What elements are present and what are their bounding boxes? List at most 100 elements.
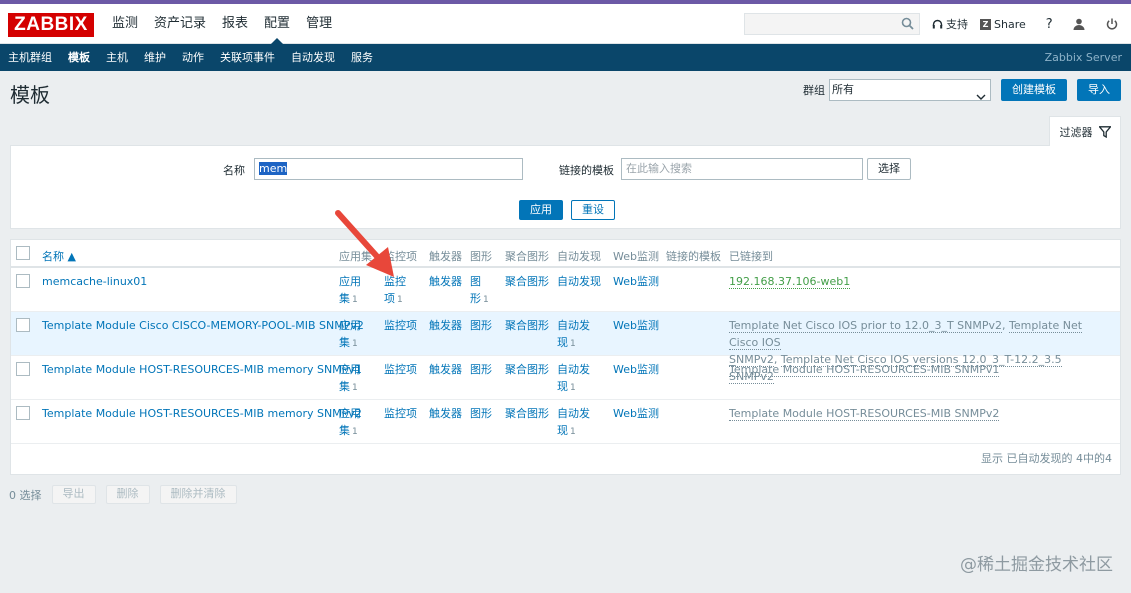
row-checkbox[interactable] [16, 318, 30, 332]
help-link[interactable]: ? [1046, 17, 1053, 32]
main-menu-reports[interactable]: 报表 [214, 4, 256, 44]
web-link[interactable]: Web监测 [613, 317, 659, 334]
main-menu-monitoring[interactable]: 监测 [104, 4, 146, 44]
sub-menu-discovery[interactable]: 自动发现 [283, 44, 343, 71]
zabbix-logo[interactable]: ZABBIX [8, 13, 94, 37]
graphs-link[interactable]: 图形 [470, 405, 492, 422]
linked-to-link[interactable]: 192.168.37.106-web1 [729, 273, 851, 290]
sub-menu-hosts[interactable]: 主机 [98, 44, 136, 71]
discovery-link[interactable]: 自动发现 1 [557, 361, 590, 397]
group-select-value: 所有 [832, 83, 854, 96]
sub-menu-actions[interactable]: 动作 [174, 44, 212, 71]
mass-actions: 0 选择 导出 删除 删除并清除 [9, 485, 247, 504]
select-templates-button[interactable]: 选择 [867, 158, 911, 180]
sub-navigation: 主机群组 模板 主机 维护 动作 关联项事件 自动发现 服务 Zabbix Se… [0, 44, 1131, 71]
screens-link[interactable]: 聚合图形 [505, 317, 549, 334]
funnel-icon [1098, 125, 1111, 138]
items-link[interactable]: 监控项 [384, 317, 417, 334]
filter-linked-label: 链接的模板 [559, 164, 614, 177]
filter-panel: 名称 mem 链接的模板 在此输入搜索 选择 应用 重设 [10, 145, 1121, 229]
template-name-link[interactable]: memcache-linux01 [42, 273, 147, 290]
screens-link[interactable]: 聚合图形 [505, 273, 549, 290]
discovery-link[interactable]: 自动发现 [557, 273, 601, 290]
applications-link[interactable]: 应用集 1 [339, 361, 361, 397]
header-name[interactable]: 名称 ▲ [42, 248, 76, 264]
share-link[interactable]: Z Share [980, 18, 1026, 31]
web-link[interactable]: Web监测 [613, 361, 659, 378]
header-controls: 群组 所有 创建模板 导入 [803, 79, 1121, 101]
top-navigation: ZABBIX 监测 资产记录 报表 配置 管理 支持 Z Share ? [0, 4, 1131, 44]
search-icon[interactable] [901, 17, 914, 33]
sub-menu-correlation[interactable]: 关联项事件 [212, 44, 283, 71]
web-link[interactable]: Web监测 [613, 273, 659, 290]
page-title: 模板 [10, 83, 50, 107]
apply-filter-button[interactable]: 应用 [519, 200, 563, 220]
filter-name-value: mem [259, 162, 288, 175]
template-name-link[interactable]: Template Module Cisco CISCO-MEMORY-POOL-… [42, 317, 364, 334]
main-menu-administration[interactable]: 管理 [298, 4, 340, 44]
logout-power-icon[interactable] [1106, 18, 1121, 30]
sub-menu-maintenance[interactable]: 维护 [136, 44, 174, 71]
graphs-link[interactable]: 图形1 [470, 273, 489, 309]
row-checkbox[interactable] [16, 406, 30, 420]
linked-to-link[interactable]: Template Module HOST-RESOURCES-MIB SNMPv… [729, 405, 1000, 422]
delete-button[interactable]: 删除 [105, 485, 150, 504]
global-search-input[interactable] [745, 14, 895, 34]
header-linked-to: 已链接到 [729, 250, 773, 263]
row-checkbox[interactable] [16, 362, 30, 376]
table-row: Template Module HOST-RESOURCES-MIB memor… [11, 400, 1120, 444]
template-name-link[interactable]: Template Module HOST-RESOURCES-MIB memor… [42, 405, 362, 422]
sort-ascending-icon: ▲ [67, 250, 76, 263]
create-template-button[interactable]: 创建模板 [1001, 79, 1067, 101]
main-menu: 监测 资产记录 报表 配置 管理 [104, 4, 340, 44]
filter-name-input[interactable]: mem [254, 158, 523, 180]
import-button[interactable]: 导入 [1077, 79, 1121, 101]
main-menu-configuration[interactable]: 配置 [256, 4, 298, 44]
linked-to-link[interactable]: Template Net Cisco IOS prior to 12.0_3_T… [729, 319, 1003, 333]
screens-link[interactable]: 聚合图形 [505, 405, 549, 422]
select-all-checkbox[interactable] [16, 246, 30, 260]
table-row: memcache-linux01 应用集 1 监控项 1 触发器 图形1 聚合图形 … [11, 268, 1120, 312]
discovery-link[interactable]: 自动发现 1 [557, 405, 590, 441]
items-link[interactable]: 监控项 [384, 405, 417, 422]
main-menu-inventory[interactable]: 资产记录 [146, 4, 214, 44]
header-triggers: 触发器 [429, 250, 462, 263]
export-button[interactable]: 导出 [51, 485, 96, 504]
triggers-link[interactable]: 触发器 [429, 317, 462, 334]
sub-menu-templates[interactable]: 模板 [60, 44, 98, 71]
server-name: Zabbix Server [1044, 51, 1122, 64]
graphs-link[interactable]: 图形 [470, 317, 492, 334]
discovery-link[interactable]: 自动发现 1 [557, 317, 590, 353]
group-select[interactable]: 所有 [829, 79, 991, 101]
triggers-link[interactable]: 触发器 [429, 361, 462, 378]
filter-linked-templates-input[interactable]: 在此输入搜索 [621, 158, 863, 180]
items-link[interactable]: 监控项 [384, 361, 417, 378]
header-web: Web监测 [613, 250, 659, 263]
reset-filter-button[interactable]: 重设 [571, 200, 615, 220]
applications-link[interactable]: 应用集 1 [339, 405, 361, 441]
filter-tab[interactable]: 过滤器 [1049, 116, 1121, 146]
linked-to-link[interactable]: Template Module HOST-RESOURCES-MIB SNMPv… [729, 361, 1000, 378]
delete-and-clear-button[interactable]: 删除并清除 [159, 485, 237, 504]
table-header: 名称 ▲ 应用集 监控项 触发器 图形 聚合图形 自动发现 Web监测 链接的模… [11, 240, 1120, 268]
header-screens: 聚合图形 [505, 250, 549, 263]
applications-link[interactable]: 应用集 1 [339, 317, 361, 353]
support-label: 支持 [946, 18, 968, 31]
triggers-link[interactable]: 触发器 [429, 405, 462, 422]
annotation-arrow-icon [335, 210, 394, 277]
graphs-link[interactable]: 图形 [470, 361, 492, 378]
template-name-link[interactable]: Template Module HOST-RESOURCES-MIB memor… [42, 361, 362, 378]
web-link[interactable]: Web监测 [613, 405, 659, 422]
header-linked-templates: 链接的模板 [666, 250, 721, 263]
user-profile-icon[interactable] [1073, 18, 1088, 30]
headset-icon [932, 19, 943, 28]
screens-link[interactable]: 聚合图形 [505, 361, 549, 378]
table-row: Template Module HOST-RESOURCES-MIB memor… [11, 356, 1120, 400]
support-link[interactable]: 支持 [932, 16, 968, 32]
sub-menu-host-groups[interactable]: 主机群组 [0, 44, 60, 71]
filter-tab-label: 过滤器 [1059, 125, 1093, 139]
header-discovery: 自动发现 [557, 250, 601, 263]
row-checkbox[interactable] [16, 274, 30, 288]
sub-menu-services[interactable]: 服务 [343, 44, 381, 71]
triggers-link[interactable]: 触发器 [429, 273, 462, 290]
